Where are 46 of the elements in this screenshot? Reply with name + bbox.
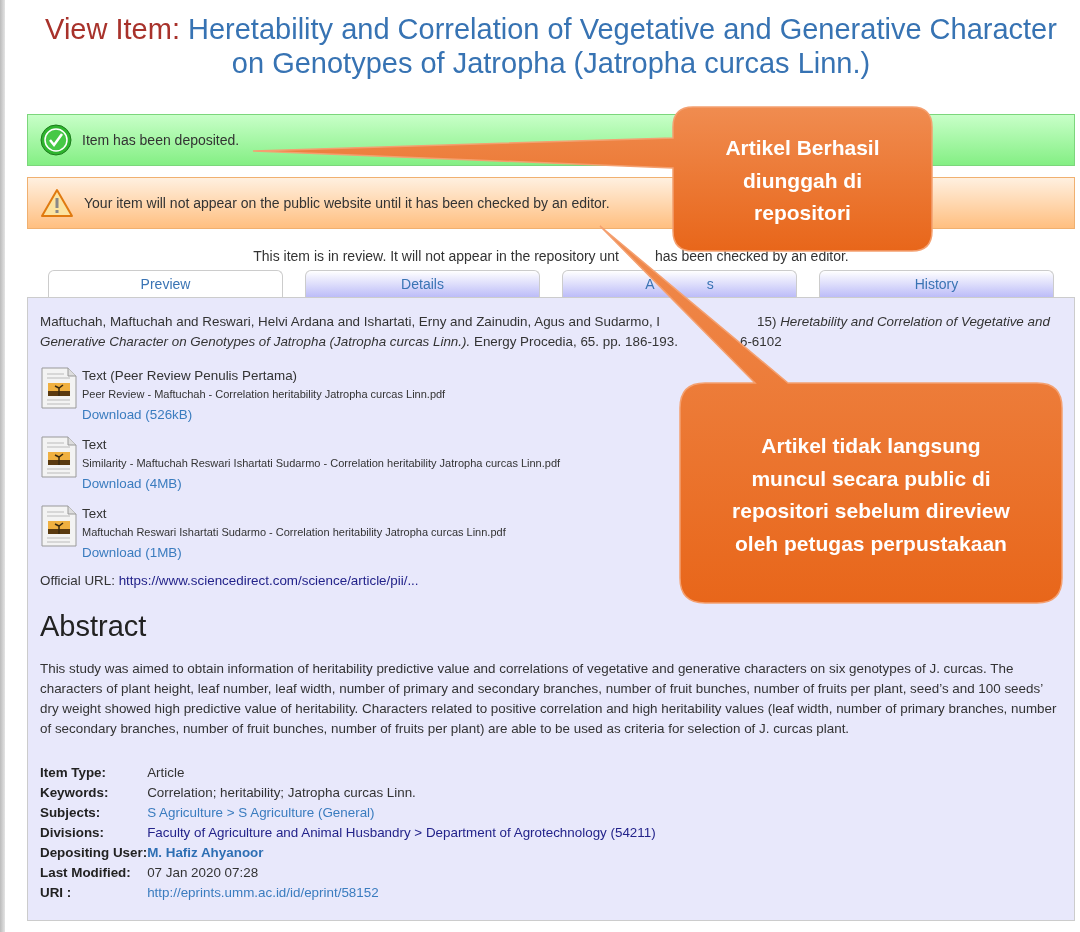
file-name: Similarity - Maftuchah Reswari Ishartati Sudarmo - Correlation heritability Jatropha curcas Linn.pdf — [82, 456, 561, 471]
file-type: Text — [82, 436, 108, 454]
metadata-label: URI : — [40, 884, 73, 902]
page-title: Heretability and Correlation of Vegetative and Generative Character on Genotypes of Jatropha (Jatropha curcas Linn.) — [188, 13, 1057, 79]
download-link[interactable]: Download (4MB) — [82, 476, 182, 491]
metadata-label: Keywords: — [40, 784, 110, 802]
download-link[interactable]: Download (1MB) — [82, 545, 182, 560]
page-title-label: View Item: — [45, 13, 180, 45]
warning-icon — [40, 188, 74, 218]
metadata-label: Divisions: — [40, 824, 105, 842]
file-type: Text (Peer Review Penulis Pertama) — [82, 367, 299, 385]
file-type: Text — [82, 505, 108, 523]
review-notice: has been checked by an editor. — [654, 248, 849, 264]
document-thumbnail-icon — [40, 504, 78, 548]
abstract-heading: Abstract — [40, 610, 148, 643]
metadata-value[interactable]: http://eprints.umm.ac.id/id/eprint/58152 — [147, 883, 379, 903]
metadata-label: Depositing User: — [40, 844, 148, 862]
file-name: Peer Review - Maftuchah - Correlation heritability Jatropha curcas Linn.pdf — [82, 387, 446, 402]
citation-text: Maftuchah, Maftuchah and Reswari, Helvi Ardana and Ishartati, Erny and Zainudin, Agus and Sudarmo, I — [40, 313, 661, 331]
abstract-text: This study was aimed to obtain information of heritability predictive value and correlations of vegetative and generative characters on six genotypes of J. curcas. The characters of plant height, leaf number, leaf width, number of primary and secondary branches, number of fruit bunches, number of fruits per plant, seed’s and 100 seeds’ dry weight showed high predictive value of heritability. Characters related to positive correlation and high heritability values (leaf width, number of primary branches, number of secondary branches, number of fruit bunches, number of fruits per plant) are able to be used as criteria for selection of J. curcas plant. — [40, 660, 1058, 738]
metadata-value: Correlation; heritability; Jatropha curcas Linn. — [147, 784, 416, 802]
metadata-value[interactable]: S Agriculture > S Agriculture (General) — [147, 803, 375, 823]
metadata-value[interactable]: Faculty of Agriculture and Animal Husbandry > Department of Agrotechnology (54211) — [147, 823, 656, 843]
download-link[interactable]: Download (526kB) — [82, 407, 193, 422]
metadata-value: Article — [147, 764, 185, 782]
document-thumbnail-icon — [40, 435, 78, 479]
callout-text: Artikel tidak langsung muncul secara public di repositori sebelum direview oleh petugas perpustakaan — [732, 433, 1010, 557]
checkmark-icon — [40, 124, 72, 156]
tab[interactable]: History — [819, 270, 1054, 297]
tab[interactable]: A s — [562, 270, 797, 297]
citation-text: Generative Character on Genotypes of Jatropha (Jatropha curcas Linn.). Energy Procedia, 65. pp. 186-193. — [40, 333, 678, 351]
metadata-label: Subjects: — [40, 804, 102, 822]
file-name: Maftuchah Reswari Ishartati Sudarmo - Correlation heritability Jatropha curcas Linn.pdf — [82, 525, 506, 540]
citation-text: 15) Heretability and Correlation of Vegetative and — [757, 313, 1050, 331]
document-thumbnail-icon — [40, 366, 78, 410]
metadata-label: Item Type: — [40, 764, 107, 782]
official-url-label: Official URL: — [40, 573, 115, 588]
callout-text: Artikel Berhasil diunggah di repositori — [725, 135, 880, 226]
tab[interactable]: Details — [305, 270, 540, 297]
tab[interactable]: Preview — [48, 270, 283, 297]
metadata-value: 07 Jan 2020 07:28 — [147, 864, 259, 882]
metadata-label: Last Modified: — [40, 864, 132, 882]
review-notice: This item is in review. It will not appear in the repository unt — [253, 248, 619, 264]
metadata-value[interactable]: M. Hafiz Ahyanoor — [147, 843, 264, 863]
official-url-link[interactable]: https://www.sciencedirect.com/science/article/pii/... — [118, 573, 419, 588]
citation-text: 6-6102 — [739, 333, 782, 351]
